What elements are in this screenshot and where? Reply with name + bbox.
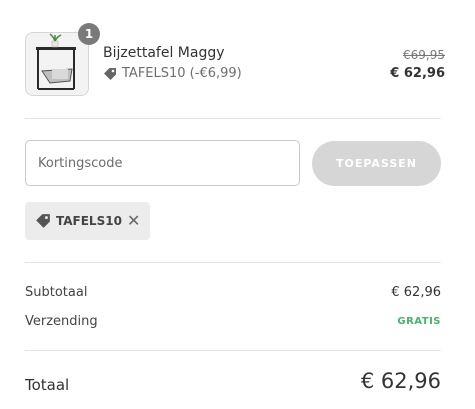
subtotal-label: Subtotaal <box>25 285 88 300</box>
tag-icon <box>103 67 117 81</box>
apply-discount-button[interactable]: TOEPASSEN <box>312 141 441 186</box>
shipping-label: Verzending <box>25 314 98 329</box>
applied-discount-code: TAFELS10 <box>56 214 122 228</box>
tag-icon <box>35 213 51 229</box>
original-price: €69,95 <box>403 48 445 62</box>
product-thumbnail-wrapper: 1 <box>25 23 100 96</box>
shipping-value: GRATIS <box>397 316 441 327</box>
cart-line-item: 1 Bijzettafel Maggy TAFELS10 (-€6,99) €6… <box>25 23 445 98</box>
discounted-price: € 62,96 <box>390 66 445 81</box>
divider <box>25 262 441 263</box>
product-discount-label: TAFELS10 (-€6,99) <box>122 66 242 81</box>
divider <box>25 118 441 119</box>
subtotal-value: € 62,96 <box>391 285 441 300</box>
close-icon[interactable]: ✕ <box>127 213 140 229</box>
divider <box>25 350 441 351</box>
product-discount: TAFELS10 (-€6,99) <box>103 66 242 81</box>
discount-code-input[interactable] <box>25 140 300 186</box>
total-value: € 62,96 <box>360 369 441 393</box>
total-label: Totaal <box>25 376 70 394</box>
product-name: Bijzettafel Maggy <box>103 45 225 61</box>
product-image <box>25 32 89 96</box>
quantity-badge: 1 <box>78 23 100 45</box>
applied-discount-chip: TAFELS10 ✕ <box>25 202 150 240</box>
